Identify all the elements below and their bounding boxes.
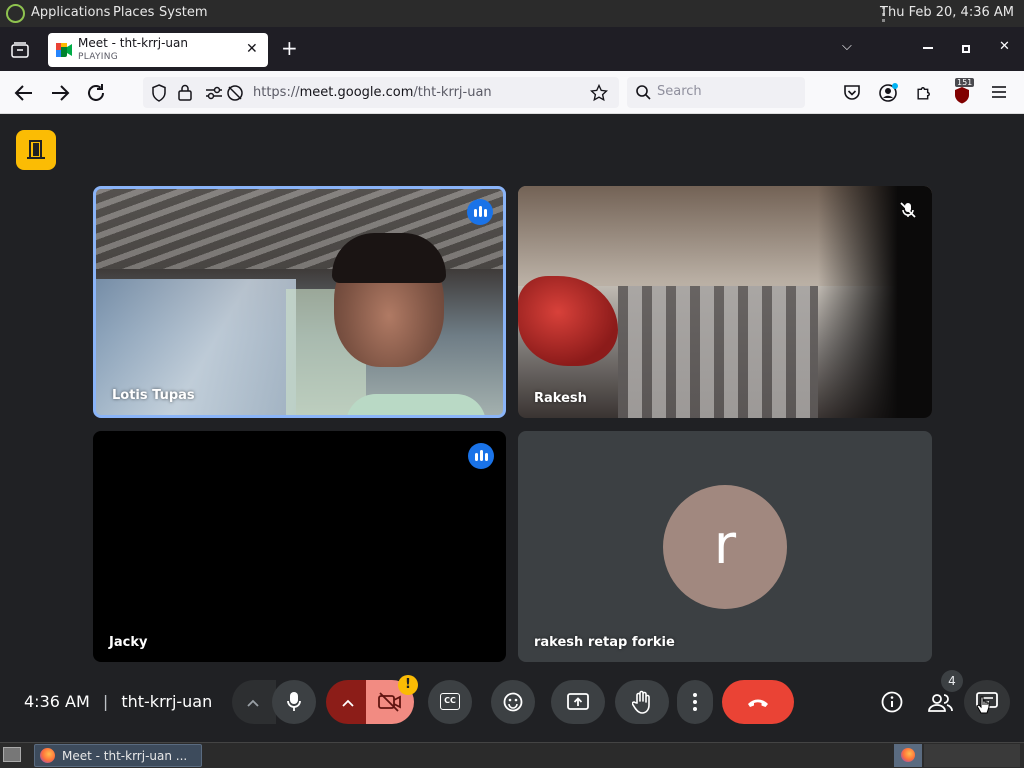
taskbar-window-title: Meet - tht-krrj-uan ... — [62, 749, 188, 763]
reactions-button[interactable] — [491, 680, 535, 724]
list-tabs-icon[interactable]: ⌵ — [842, 39, 852, 54]
top-panel: Applications Places System Thu Feb 20, 4… — [0, 0, 1024, 27]
tab-overview-icon[interactable] — [11, 42, 29, 58]
menu-applications[interactable]: Applications — [31, 5, 110, 20]
meet-favicon-icon — [56, 43, 72, 57]
permissions-icon[interactable] — [205, 85, 223, 101]
people-count-badge: 4 — [941, 670, 963, 692]
emoji-icon — [503, 692, 523, 712]
railing-background — [618, 286, 818, 418]
participant-name: Jacky — [109, 635, 148, 650]
firefox-icon — [40, 748, 55, 763]
panel-clock[interactable]: Thu Feb 20, 4:36 AM — [880, 5, 1014, 20]
show-desktop-icon[interactable] — [3, 747, 21, 762]
shield-icon[interactable] — [151, 84, 167, 102]
speaking-indicator-icon — [468, 443, 494, 469]
end-call-icon — [748, 699, 768, 707]
participant-name: Rakesh — [534, 391, 587, 406]
present-icon — [567, 693, 589, 710]
maximize-icon[interactable] — [962, 45, 970, 53]
more-options-button[interactable] — [677, 680, 713, 724]
video-tile-rakesh[interactable]: Rakesh — [518, 186, 932, 418]
microphone-button[interactable] — [272, 680, 316, 724]
extension-badge-count: 151 — [955, 78, 975, 87]
lock-icon[interactable] — [178, 84, 192, 101]
meet-stage: Lotis Tupas Rakesh Jacky r rakesh retap … — [0, 114, 1024, 742]
door-exit-icon — [27, 140, 45, 159]
workspace-switcher[interactable] — [894, 744, 922, 767]
speaking-indicator-icon — [467, 199, 493, 225]
red-object — [518, 276, 618, 366]
meeting-details: 4:36 AM | tht-krrj-uan — [24, 692, 212, 711]
search-placeholder: Search — [657, 84, 702, 99]
bookmark-star-icon[interactable] — [590, 84, 608, 102]
avatar: r — [663, 485, 787, 609]
close-window-icon[interactable]: ✕ — [999, 39, 1010, 54]
camera-off-icon — [378, 692, 401, 712]
audio-options-button[interactable] — [232, 680, 276, 724]
ceiling-background — [96, 189, 503, 269]
firefox-icon — [901, 748, 915, 762]
tab-close-icon[interactable]: ✕ — [246, 41, 258, 57]
workspace-empty[interactable] — [924, 744, 1020, 767]
hamburger-menu-icon[interactable] — [991, 85, 1007, 99]
companion-mode-button[interactable] — [16, 130, 56, 170]
mouse-cursor-icon — [976, 696, 990, 714]
hand-icon — [632, 690, 650, 714]
gnome-logo-icon[interactable] — [6, 4, 25, 23]
meeting-details-button[interactable] — [872, 682, 912, 722]
extensions-icon[interactable] — [915, 83, 934, 102]
search-bar[interactable]: Search — [627, 77, 805, 108]
shadow-background — [818, 186, 932, 418]
search-icon — [636, 85, 651, 100]
new-tab-icon[interactable]: + — [281, 36, 298, 60]
raise-hand-button[interactable] — [615, 680, 669, 724]
muted-mic-icon — [900, 202, 916, 218]
tab-strip: Meet - tht-krrj-uan PLAYING ✕ + ⌵ ✕ — [0, 27, 1024, 71]
meeting-separator: | — [102, 692, 109, 711]
captions-button[interactable]: CC — [428, 680, 472, 724]
url-bar[interactable]: https://meet.google.com/tht-krrj-uan — [143, 77, 619, 108]
autoplay-blocked-icon[interactable] — [226, 84, 244, 102]
back-icon[interactable] — [12, 81, 36, 105]
chevron-up-icon — [342, 699, 354, 707]
account-icon[interactable] — [879, 83, 899, 103]
nav-bar: https://meet.google.com/tht-krrj-uan Sea… — [0, 71, 1024, 114]
meeting-time: 4:36 AM — [24, 692, 90, 711]
info-icon — [881, 691, 903, 713]
video-tile-jacky[interactable]: Jacky — [93, 431, 506, 662]
extension-ublock-icon[interactable]: 151 — [953, 78, 975, 104]
forward-icon[interactable] — [48, 81, 72, 105]
minimize-icon[interactable] — [923, 47, 933, 49]
participant-name: rakesh retap forkie — [534, 635, 675, 650]
menu-system[interactable]: System — [159, 5, 207, 20]
leave-call-button[interactable] — [722, 680, 794, 724]
camera-warning-badge[interactable]: ! — [398, 675, 418, 695]
present-screen-button[interactable] — [551, 680, 605, 724]
reload-icon[interactable] — [84, 81, 108, 105]
captions-icon: CC — [440, 693, 460, 710]
more-vert-icon — [693, 693, 697, 711]
taskbar-window-meet[interactable]: Meet - tht-krrj-uan ... — [34, 744, 202, 767]
participant-hair — [332, 233, 446, 283]
microphone-icon — [287, 692, 301, 711]
tab-title: Meet - tht-krrj-uan — [78, 36, 188, 50]
url-text[interactable]: https://meet.google.com/tht-krrj-uan — [253, 85, 492, 100]
video-options-button[interactable] — [326, 680, 370, 724]
video-tile-rakesh-retap-forkie[interactable]: r rakesh retap forkie — [518, 431, 932, 662]
participant-name: Lotis Tupas — [112, 388, 195, 403]
chevron-up-icon — [247, 699, 259, 707]
meeting-code: tht-krrj-uan — [121, 692, 213, 711]
tab-meet[interactable]: Meet - tht-krrj-uan PLAYING ✕ — [48, 33, 268, 67]
taskbar: Meet - tht-krrj-uan ... — [0, 742, 1024, 768]
tab-playing-status: PLAYING — [78, 52, 119, 62]
menu-places[interactable]: Places — [113, 5, 154, 20]
participant-shirt — [346, 394, 486, 415]
people-icon — [928, 694, 953, 712]
video-tile-lotis-tupas[interactable]: Lotis Tupas — [93, 186, 506, 418]
pocket-icon[interactable] — [843, 84, 861, 101]
